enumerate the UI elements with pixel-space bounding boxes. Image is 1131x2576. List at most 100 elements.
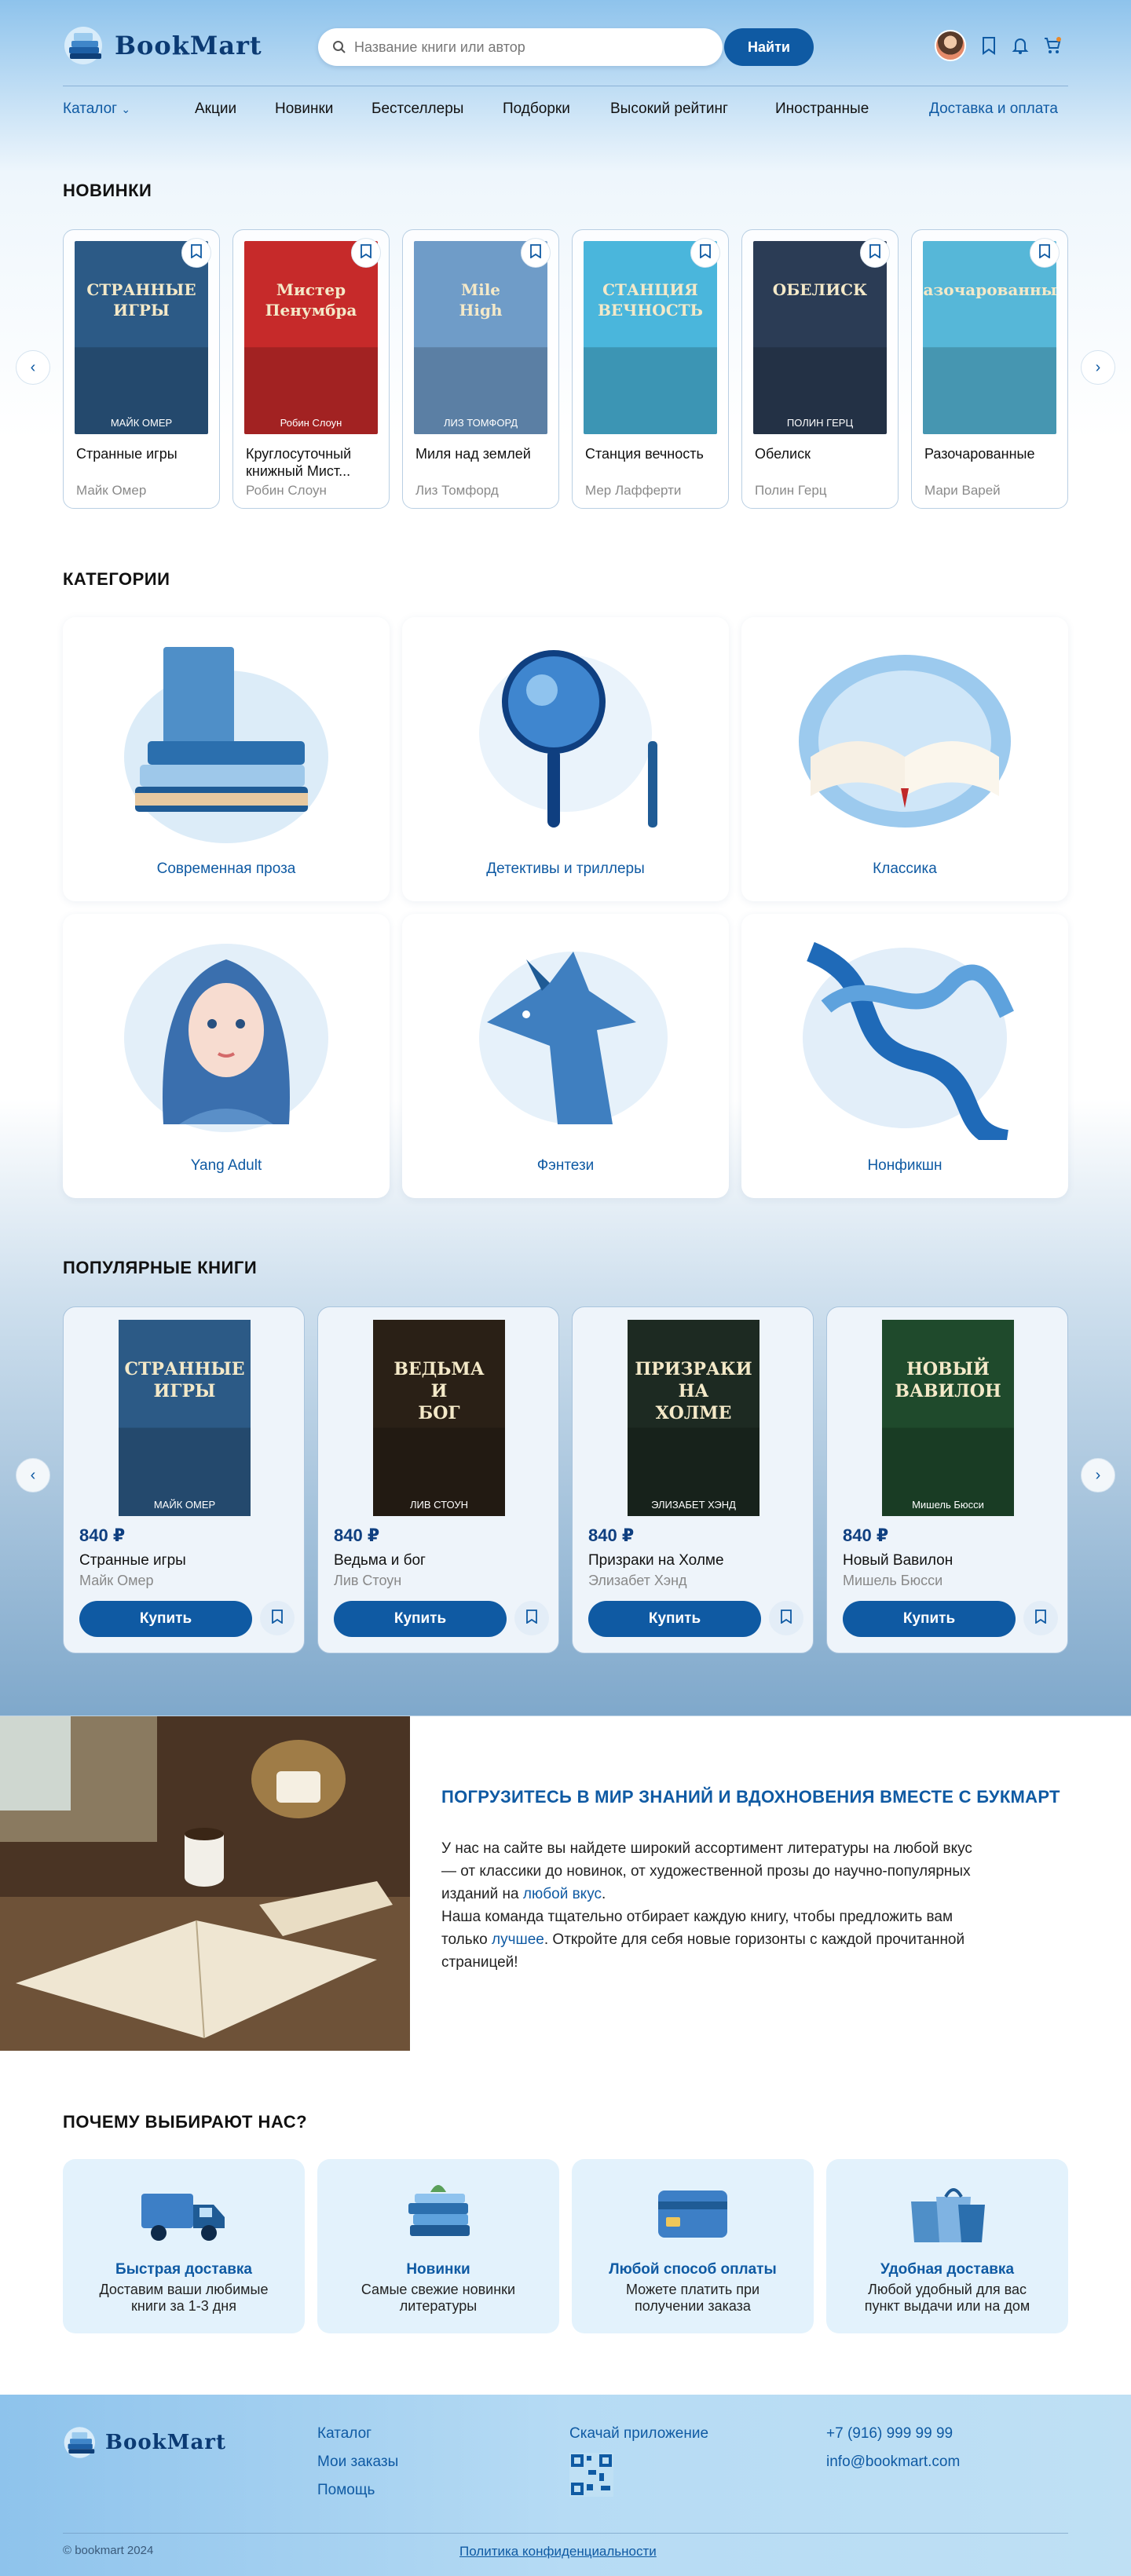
bookmark-button[interactable] bbox=[1023, 1601, 1058, 1635]
new-book-card[interactable]: Mile High ЛИЗ ТОМФОРД Миля над землей Лиз То… bbox=[402, 229, 559, 509]
category-card-classics[interactable]: Классика bbox=[741, 617, 1068, 901]
bookmark-button[interactable] bbox=[181, 238, 211, 268]
book-cover: СТАНЦИЯ ВЕЧНОСТЬ bbox=[584, 241, 717, 434]
popular-book-card[interactable]: СТРАННЫЕ ИГРЫ МАЙК ОМЕР 840 ₽ Странные игры М… bbox=[63, 1306, 305, 1653]
category-card-fantasy[interactable]: Фэнтези bbox=[402, 914, 729, 1198]
book-title: Разочарованные bbox=[924, 446, 1035, 462]
category-card-modern-prose[interactable]: Современная проза bbox=[63, 617, 390, 901]
bookmark-icon bbox=[780, 1609, 792, 1628]
footer-link-help[interactable]: Помощь bbox=[317, 2476, 398, 2505]
cover-title-text: СТАНЦИЯ bbox=[602, 280, 698, 299]
cover-title-text: СТРАННЫЕ bbox=[124, 1359, 244, 1379]
popular-book-card[interactable]: ПРИЗРАКИ НА ХОЛМЕ ЭЛИЗАБЕТ ХЭНД 840 ₽ Призрак… bbox=[572, 1306, 814, 1653]
book-author: Майк Омер bbox=[76, 483, 147, 498]
cover-title-text: ИГРЫ bbox=[113, 301, 170, 320]
logo-books-icon bbox=[64, 2427, 96, 2458]
category-label: Нонфикшн bbox=[867, 1157, 942, 1174]
buy-button[interactable]: Купить bbox=[843, 1601, 1016, 1637]
new-book-card[interactable]: разочарованные Разочарованные Мари Варей bbox=[911, 229, 1068, 509]
book-cover: ПРИЗРАКИ НА ХОЛМЕ ЭЛИЗАБЕТ ХЭНД bbox=[628, 1320, 759, 1516]
search-button[interactable]: Найти bbox=[724, 28, 814, 66]
category-card-detectives[interactable]: Детективы и триллеры bbox=[402, 617, 729, 901]
new-book-card[interactable]: СТАНЦИЯ ВЕЧНОСТЬ Станция вечность Мер Лаффе… bbox=[572, 229, 729, 509]
new-books-next-button[interactable]: › bbox=[1081, 350, 1115, 385]
book-cover-image: СТРАННЫЕИГРЫ МАЙК ОМЕР bbox=[119, 1320, 251, 1516]
footer-email[interactable]: info@bookmart.com bbox=[826, 2448, 960, 2476]
bookmark-icon bbox=[869, 243, 881, 262]
new-books-prev-button[interactable]: ‹ bbox=[16, 350, 50, 385]
avatar[interactable] bbox=[935, 30, 966, 61]
download-app-label[interactable]: Скачай приложение bbox=[569, 2420, 708, 2448]
new-book-card[interactable]: СТРАННЫЕ ИГРЫ МАЙК ОМЕР Странные игры Майк О… bbox=[63, 229, 220, 509]
any-taste-link[interactable]: любой вкус bbox=[523, 1886, 602, 1902]
bookmark-button[interactable] bbox=[351, 238, 381, 268]
book-cover: ОБЕЛИСК ПОЛИН ГЕРЦ bbox=[753, 241, 887, 434]
nav-item-bestsellers[interactable]: Бестселлеры bbox=[372, 100, 463, 118]
privacy-policy-link[interactable]: Политика конфиденциальности bbox=[459, 2544, 657, 2560]
book-author: Мер Лафферти bbox=[585, 483, 682, 498]
why-card-desc: Любой удобный для вас пункт выдачи или н… bbox=[864, 2282, 1030, 2314]
why-card-desc: Можете платить при получении заказа bbox=[625, 2282, 760, 2314]
nav-catalog[interactable]: Каталог ⌄ bbox=[63, 100, 130, 118]
category-card-nonfiction[interactable]: Нонфикшн bbox=[741, 914, 1068, 1198]
bookmark-button[interactable] bbox=[769, 1601, 803, 1635]
cover-author-text: Робин Слоун bbox=[280, 417, 342, 429]
cover-title-text: СТРАННЫЕ bbox=[86, 280, 196, 299]
book-price: 840 ₽ bbox=[588, 1526, 635, 1545]
buy-button[interactable]: Купить bbox=[334, 1601, 507, 1637]
cover-title-text: разочарованные bbox=[923, 280, 1056, 299]
categories-title: КАТЕГОРИИ bbox=[63, 569, 170, 589]
footer-link-catalog[interactable]: Каталог bbox=[317, 2420, 398, 2448]
search-input[interactable] bbox=[354, 38, 700, 56]
new-book-card[interactable]: Мистер Пенумбра Робин Слоун Круглосуточный … bbox=[232, 229, 390, 509]
bookmark-button[interactable] bbox=[860, 238, 890, 268]
footer-logo[interactable]: BookMart bbox=[63, 2424, 226, 2461]
popular-title: ПОПУЛЯРНЫЕ КНИГИ bbox=[63, 1258, 258, 1277]
header-actions bbox=[935, 30, 1062, 61]
cover-title-text: И bbox=[431, 1381, 448, 1401]
book-title: Ведьма и бог bbox=[334, 1552, 426, 1569]
nav-item-new[interactable]: Новинки bbox=[275, 100, 333, 118]
popular-book-card[interactable]: НОВЫЙ ВАВИЛОН Мишель Бюсси 840 ₽ Новый Вавил… bbox=[826, 1306, 1068, 1653]
bookmark-button[interactable] bbox=[514, 1601, 549, 1635]
nav-item-top-rated[interactable]: Высокий рейтинг bbox=[610, 100, 728, 118]
cart-icon[interactable] bbox=[1043, 36, 1062, 55]
dna-illustration bbox=[803, 941, 1015, 1140]
bookmark-button[interactable] bbox=[1030, 238, 1060, 268]
best-link[interactable]: лучшее bbox=[492, 1931, 544, 1948]
popular-next-button[interactable]: › bbox=[1081, 1458, 1115, 1493]
buy-button[interactable]: Купить bbox=[588, 1601, 761, 1637]
cover-title-text: Мистер bbox=[276, 280, 346, 299]
why-card-desc: Самые свежие новинки литературы bbox=[361, 2282, 516, 2314]
bookmark-button[interactable] bbox=[260, 1601, 295, 1635]
book-cover-image: ВЕДЬМАИБОГ ЛИВ СТОУН bbox=[373, 1320, 505, 1516]
nav-item-foreign[interactable]: Иностранные bbox=[775, 100, 869, 118]
new-book-card[interactable]: ОБЕЛИСК ПОЛИН ГЕРЦ Обелиск Полин Герц bbox=[741, 229, 899, 509]
book-cover-image: СТАНЦИЯ ВЕЧНОСТЬ bbox=[584, 241, 717, 434]
category-card-young-adult[interactable]: Yang Adult bbox=[63, 914, 390, 1198]
bookmark-icon[interactable] bbox=[980, 36, 997, 55]
buy-button[interactable]: Купить bbox=[79, 1601, 252, 1637]
footer-link-orders[interactable]: Мои заказы bbox=[317, 2448, 398, 2476]
bookmark-button[interactable] bbox=[521, 238, 551, 268]
truck-icon bbox=[141, 2194, 225, 2241]
nav-item-sales[interactable]: Акции bbox=[195, 100, 236, 118]
popular-prev-button[interactable]: ‹ bbox=[16, 1458, 50, 1493]
nav-delivery[interactable]: Доставка и оплата bbox=[929, 100, 1058, 118]
book-title: Странные игры bbox=[76, 446, 178, 462]
footer-phone[interactable]: +7 (916) 999 99 99 bbox=[826, 2420, 960, 2448]
main-nav: Каталог ⌄ Акции Новинки Бестселлеры Подб… bbox=[63, 100, 1068, 124]
category-label: Современная проза bbox=[156, 860, 296, 877]
book-cover: НОВЫЙ ВАВИЛОН Мишель Бюсси bbox=[882, 1320, 1014, 1516]
book-author: Полин Герц bbox=[755, 483, 827, 498]
bookmark-button[interactable] bbox=[690, 238, 720, 268]
nav-item-collections[interactable]: Подборки bbox=[503, 100, 570, 118]
chevron-left-icon: ‹ bbox=[30, 1466, 36, 1484]
bookmark-icon bbox=[529, 243, 542, 262]
book-title: Миля над землей bbox=[415, 446, 531, 462]
qr-code-icon[interactable] bbox=[569, 2453, 613, 2497]
logo[interactable]: BookMart bbox=[63, 24, 262, 68]
bell-icon[interactable] bbox=[1012, 36, 1029, 55]
popular-book-card[interactable]: ВЕДЬМА И БОГ ЛИВ СТОУН 840 ₽ Ведьма и бог Лив … bbox=[317, 1306, 559, 1653]
search-bar bbox=[318, 28, 723, 66]
